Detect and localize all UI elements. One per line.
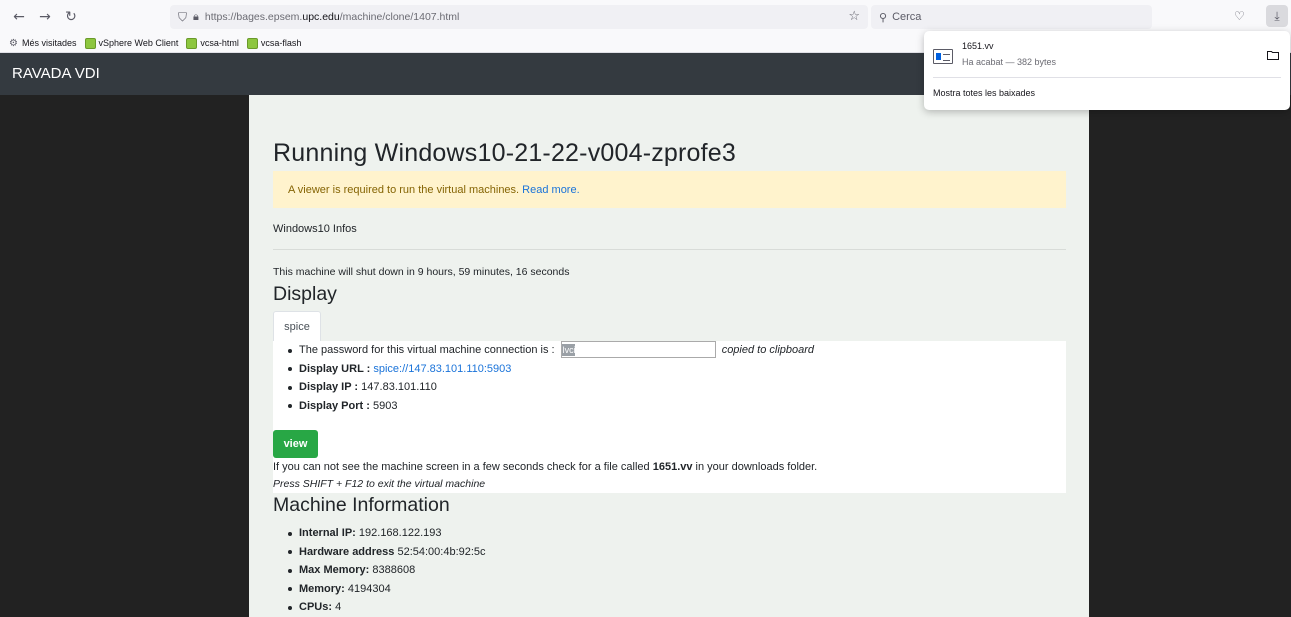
shield-icon[interactable]: ⛉ (178, 10, 187, 25)
tab-spice[interactable]: spice (273, 311, 321, 341)
machine-info-heading: Machine Information (273, 494, 450, 516)
download-hint: If you can not see the machine screen in… (273, 461, 817, 473)
info-value: 4 (335, 601, 342, 613)
bookmark-most-visited[interactable]: ⚙ Més visitades (8, 38, 77, 49)
list-item: Memory: 4194304 (287, 580, 486, 599)
copied-notice: copied to clipboard (721, 344, 815, 356)
display-info-list: The password for this virtual machine co… (287, 340, 815, 416)
list-item: Display URL : spice://147.83.101.110:590… (287, 360, 814, 379)
page-title: Running Windows10-21-22-v004-zprofe3 (273, 139, 737, 167)
info-label: Max Memory: (299, 564, 370, 576)
bookmark-star-icon[interactable]: ☆ (848, 9, 860, 24)
brand-link[interactable]: RAVADA VDI (12, 65, 100, 82)
alert-text: A viewer is required to run the virtual … (288, 184, 520, 196)
vmware-icon (186, 37, 198, 49)
folder-icon[interactable] (1267, 50, 1279, 60)
list-item: Internal IP: 192.168.122.193 (287, 524, 486, 543)
display-url-label: Display URL : (299, 362, 371, 375)
download-icon[interactable]: ⤓ (1266, 5, 1288, 27)
reload-icon[interactable]: ↻ (58, 9, 84, 25)
password-field[interactable]: lvci (560, 340, 716, 358)
divider (933, 77, 1281, 78)
divider (273, 249, 1066, 250)
display-port-label: Display Port : (299, 399, 370, 412)
display-ip-value: 147.83.101.110 (361, 381, 437, 393)
list-item: The password for this virtual machine co… (287, 340, 815, 360)
display-ip-label: Display IP : (299, 381, 359, 393)
info-label: Memory: (299, 582, 345, 595)
download-item[interactable]: 1651.vv Ha acabat — 382 bytes (924, 31, 1290, 77)
exit-hint: Press SHIFT + F12 to exit the virtual ma… (273, 478, 486, 490)
downloads-panel: 1651.vv Ha acabat — 382 bytes Mostra tot… (924, 31, 1290, 110)
info-label: CPUs: (299, 601, 333, 613)
show-all-downloads[interactable]: Mostra totes les baixades (933, 88, 1035, 98)
back-icon[interactable]: ← (6, 9, 32, 25)
list-item: Display IP : 147.83.101.110 (287, 378, 814, 397)
view-button[interactable]: view (273, 430, 318, 458)
main-content: Running Windows10-21-22-v004-zprofe3 A v… (249, 95, 1089, 617)
hint-text: If you can not see the machine screen in… (273, 461, 650, 473)
info-value: 8388608 (372, 564, 416, 576)
pocket-icon[interactable]: ♡ (1234, 9, 1245, 23)
list-item: CPUs: 4 (287, 598, 486, 617)
hint-text-end: in your downloads folder. (695, 461, 818, 473)
vmware-icon (84, 37, 96, 49)
bookmark-label: vSphere Web Client (98, 38, 179, 48)
info-label: Internal IP: (299, 527, 356, 539)
download-file-name: 1651.vv (962, 41, 994, 51)
gear-icon: ⚙ (9, 37, 18, 49)
browser-toolbar: ← → ↻ ⛉ 🔒︎ https://bages.epsem.upc.edu/m… (0, 0, 1291, 34)
password-value: lvci (561, 343, 576, 356)
download-status: Ha acabat — 382 bytes (962, 57, 1057, 67)
viewer-alert: A viewer is required to run the virtual … (273, 171, 1066, 208)
vmware-icon (246, 37, 258, 49)
info-value: 52:54:00:4b:92:5c (397, 545, 486, 558)
infos-title: Windows10 Infos (273, 223, 357, 235)
info-value: 192.168.122.193 (358, 527, 442, 539)
url-bar[interactable]: ⛉ 🔒︎ https://bages.epsem.upc.edu/machine… (170, 5, 868, 29)
bookmark-label: Més visitades (22, 38, 77, 48)
shutdown-notice: This machine will shut down in 9 hours, … (273, 266, 570, 278)
list-item: Hardware address 52:54:00:4b:92:5c (287, 543, 486, 562)
file-icon (933, 49, 953, 64)
search-placeholder: Cerca (892, 11, 922, 23)
hint-file: 1651.vv (652, 461, 693, 473)
display-url-link[interactable]: spice://147.83.101.110:5903 (373, 363, 511, 375)
list-item: Display Port : 5903 (287, 397, 814, 416)
info-label: Hardware address (299, 545, 395, 558)
display-panel: The password for this virtual machine co… (273, 340, 1066, 493)
display-port-value: 5903 (372, 399, 398, 412)
display-heading: Display (273, 283, 337, 305)
bookmark-label: vcsa-flash (260, 38, 302, 48)
lock-icon[interactable]: 🔒︎ (193, 10, 199, 24)
search-input[interactable]: ⚲ Cerca (871, 5, 1152, 29)
list-item: Max Memory: 8388608 (287, 561, 486, 580)
forward-icon[interactable]: → (32, 9, 58, 25)
bookmark-label: vcsa-html (200, 38, 239, 48)
search-icon: ⚲ (879, 10, 888, 24)
machine-info-list: Internal IP: 192.168.122.193 Hardware ad… (287, 524, 486, 617)
password-label: The password for this virtual machine co… (299, 344, 555, 356)
bookmark-vcsa-flash[interactable]: vcsa-flash (246, 37, 302, 49)
bookmark-vcsa-html[interactable]: vcsa-html (186, 37, 239, 49)
url-text[interactable]: https://bages.epsem.upc.edu/machine/clon… (205, 11, 460, 23)
read-more-link[interactable]: Read more. (522, 184, 579, 196)
bookmark-vsphere[interactable]: vSphere Web Client (84, 37, 179, 49)
info-value: 4194304 (347, 582, 391, 595)
